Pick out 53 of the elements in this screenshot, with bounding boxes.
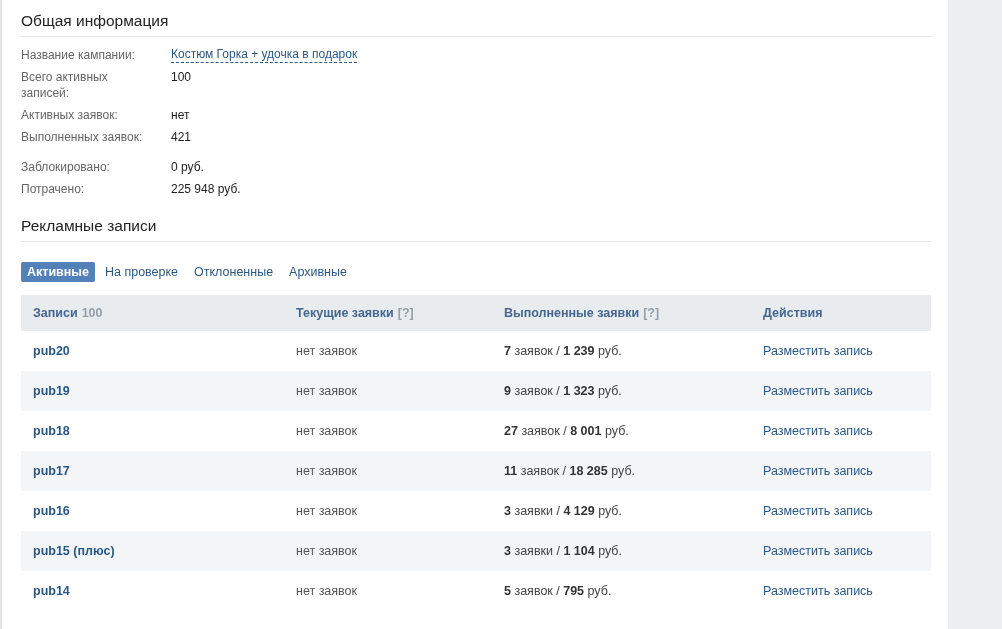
filter-tab[interactable]: На проверке (98, 262, 185, 282)
table-cell: нет заявок (296, 504, 357, 518)
place-post-link[interactable]: Разместить запись (763, 544, 873, 558)
field-label: Выполненных заявок: (21, 129, 144, 145)
post-name-link[interactable]: pub19 (33, 384, 70, 398)
table-cell: 7 заявок / 1 239 руб. (504, 344, 622, 358)
table-cell: нет заявок (296, 584, 357, 598)
field-label: Название кампании: (21, 47, 136, 63)
field-value: 225 948 руб. (171, 181, 241, 197)
column-header: Выполненные заявки (504, 306, 640, 320)
field-value: 0 руб. (171, 159, 204, 175)
field-value: 421 (171, 129, 192, 145)
filter-tab[interactable]: Архивные (283, 262, 353, 282)
field-value: нет (171, 107, 190, 123)
section-title: Общая информация (21, 12, 931, 37)
post-name-link[interactable]: pub18 (33, 424, 70, 438)
place-post-link[interactable]: Разместить запись (763, 344, 873, 358)
filter-tab[interactable]: Активные (21, 262, 95, 282)
field-label: Потрачено: (21, 181, 86, 197)
place-post-link[interactable]: Разместить запись (763, 504, 873, 518)
table-cell: нет заявок (296, 424, 357, 438)
campaign-link[interactable]: Костюм Горка + удочка в подарок (171, 47, 358, 63)
place-post-link[interactable]: Разместить запись (763, 584, 873, 598)
column-extra: [?] (397, 306, 414, 320)
section-title: Рекламные записи (21, 217, 931, 242)
table-cell: 5 заявок / 795 руб. (504, 584, 612, 598)
column-extra: 100 (81, 306, 103, 320)
place-post-link[interactable]: Разместить запись (763, 384, 873, 398)
table-cell: нет заявок (296, 344, 357, 358)
table-cell: 11 заявок / 18 285 руб. (504, 464, 636, 478)
table-cell: нет заявок (296, 544, 357, 558)
place-post-link[interactable]: Разместить запись (763, 424, 873, 438)
column-extra: [?] (643, 306, 660, 320)
table-cell: 27 заявок / 8 001 руб. (504, 424, 629, 438)
table-cell: 9 заявок / 1 323 руб. (504, 384, 622, 398)
post-name-link[interactable]: pub15 (плюс) (33, 544, 115, 558)
field-label: Заблокировано: (21, 159, 111, 175)
field-value: 100 (171, 69, 192, 86)
table-cell: нет заявок (296, 464, 357, 478)
column-header: Записи (33, 306, 78, 320)
column-header: Действия (763, 306, 823, 320)
field-label: Активных заявок: (21, 107, 119, 123)
post-name-link[interactable]: pub20 (33, 344, 70, 358)
post-name-link[interactable]: pub16 (33, 504, 70, 518)
field-label: Всего активных записей: (21, 69, 109, 101)
filter-tab[interactable]: Отклоненные (188, 262, 280, 282)
post-name-link[interactable]: pub17 (33, 464, 70, 478)
table-cell: нет заявок (296, 384, 357, 398)
table-cell: 3 заявки / 4 129 руб. (504, 504, 622, 518)
column-header: Текущие заявки (296, 306, 394, 320)
post-name-link[interactable]: pub14 (33, 584, 70, 598)
table-cell: 3 заявки / 1 104 руб. (504, 544, 622, 558)
place-post-link[interactable]: Разместить запись (763, 464, 873, 478)
